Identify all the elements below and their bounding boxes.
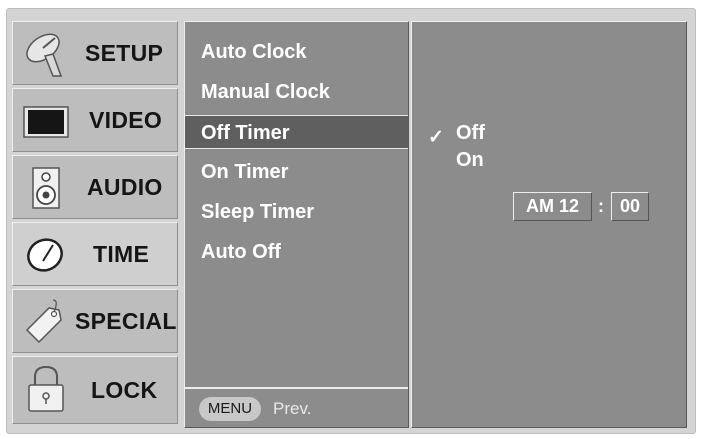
category-label: AUDIO (87, 174, 163, 200)
category-special[interactable]: SPECIAL (12, 289, 178, 353)
category-label: VIDEO (89, 107, 163, 133)
tag-icon (25, 299, 62, 344)
speaker-icon (32, 167, 60, 209)
menu-item-off-timer[interactable]: Off Timer (185, 115, 408, 149)
check-mark-icon: ✓ (428, 127, 444, 148)
menu-key-button[interactable]: MENU (199, 397, 261, 421)
time-submenu: Auto Clock Manual Clock Off Timer On Tim… (184, 21, 409, 428)
category-video[interactable]: VIDEO (12, 88, 178, 152)
category-menu: SETUP VIDEO AUDIO TIME SPECIAL LOCK (12, 21, 178, 428)
padlock-icon (28, 365, 64, 412)
menu-item-manual-clock[interactable]: Manual Clock (185, 75, 408, 109)
category-audio[interactable]: AUDIO (12, 155, 178, 219)
satellite-dish-icon (26, 33, 63, 77)
menu-hint-bar: MENU Prev. (185, 387, 408, 427)
menu-item-auto-clock[interactable]: Auto Clock (185, 35, 408, 69)
category-label: SETUP (85, 40, 164, 66)
clock-icon (27, 238, 63, 272)
time-separator: : (598, 196, 604, 216)
minute-field[interactable]: 00 (611, 192, 649, 221)
category-time[interactable]: TIME (12, 222, 178, 286)
hour-field[interactable]: AM 12 (513, 192, 592, 221)
menu-prev-label: Prev. (273, 399, 312, 418)
menu-item-on-timer[interactable]: On Timer (185, 155, 408, 189)
menu-item-sleep-timer[interactable]: Sleep Timer (185, 195, 408, 229)
category-label: TIME (93, 241, 150, 267)
menu-item-auto-off[interactable]: Auto Off (185, 235, 408, 269)
category-lock[interactable]: LOCK (12, 356, 178, 424)
category-label: LOCK (91, 377, 158, 403)
category-setup[interactable]: SETUP (12, 21, 178, 85)
option-on[interactable]: On (456, 149, 484, 172)
category-label: SPECIAL (75, 308, 177, 334)
option-off[interactable]: Off (456, 122, 485, 145)
off-timer-panel: ✓ Off On AM 12 : 00 (411, 21, 687, 428)
tv-screen-icon (23, 106, 69, 138)
